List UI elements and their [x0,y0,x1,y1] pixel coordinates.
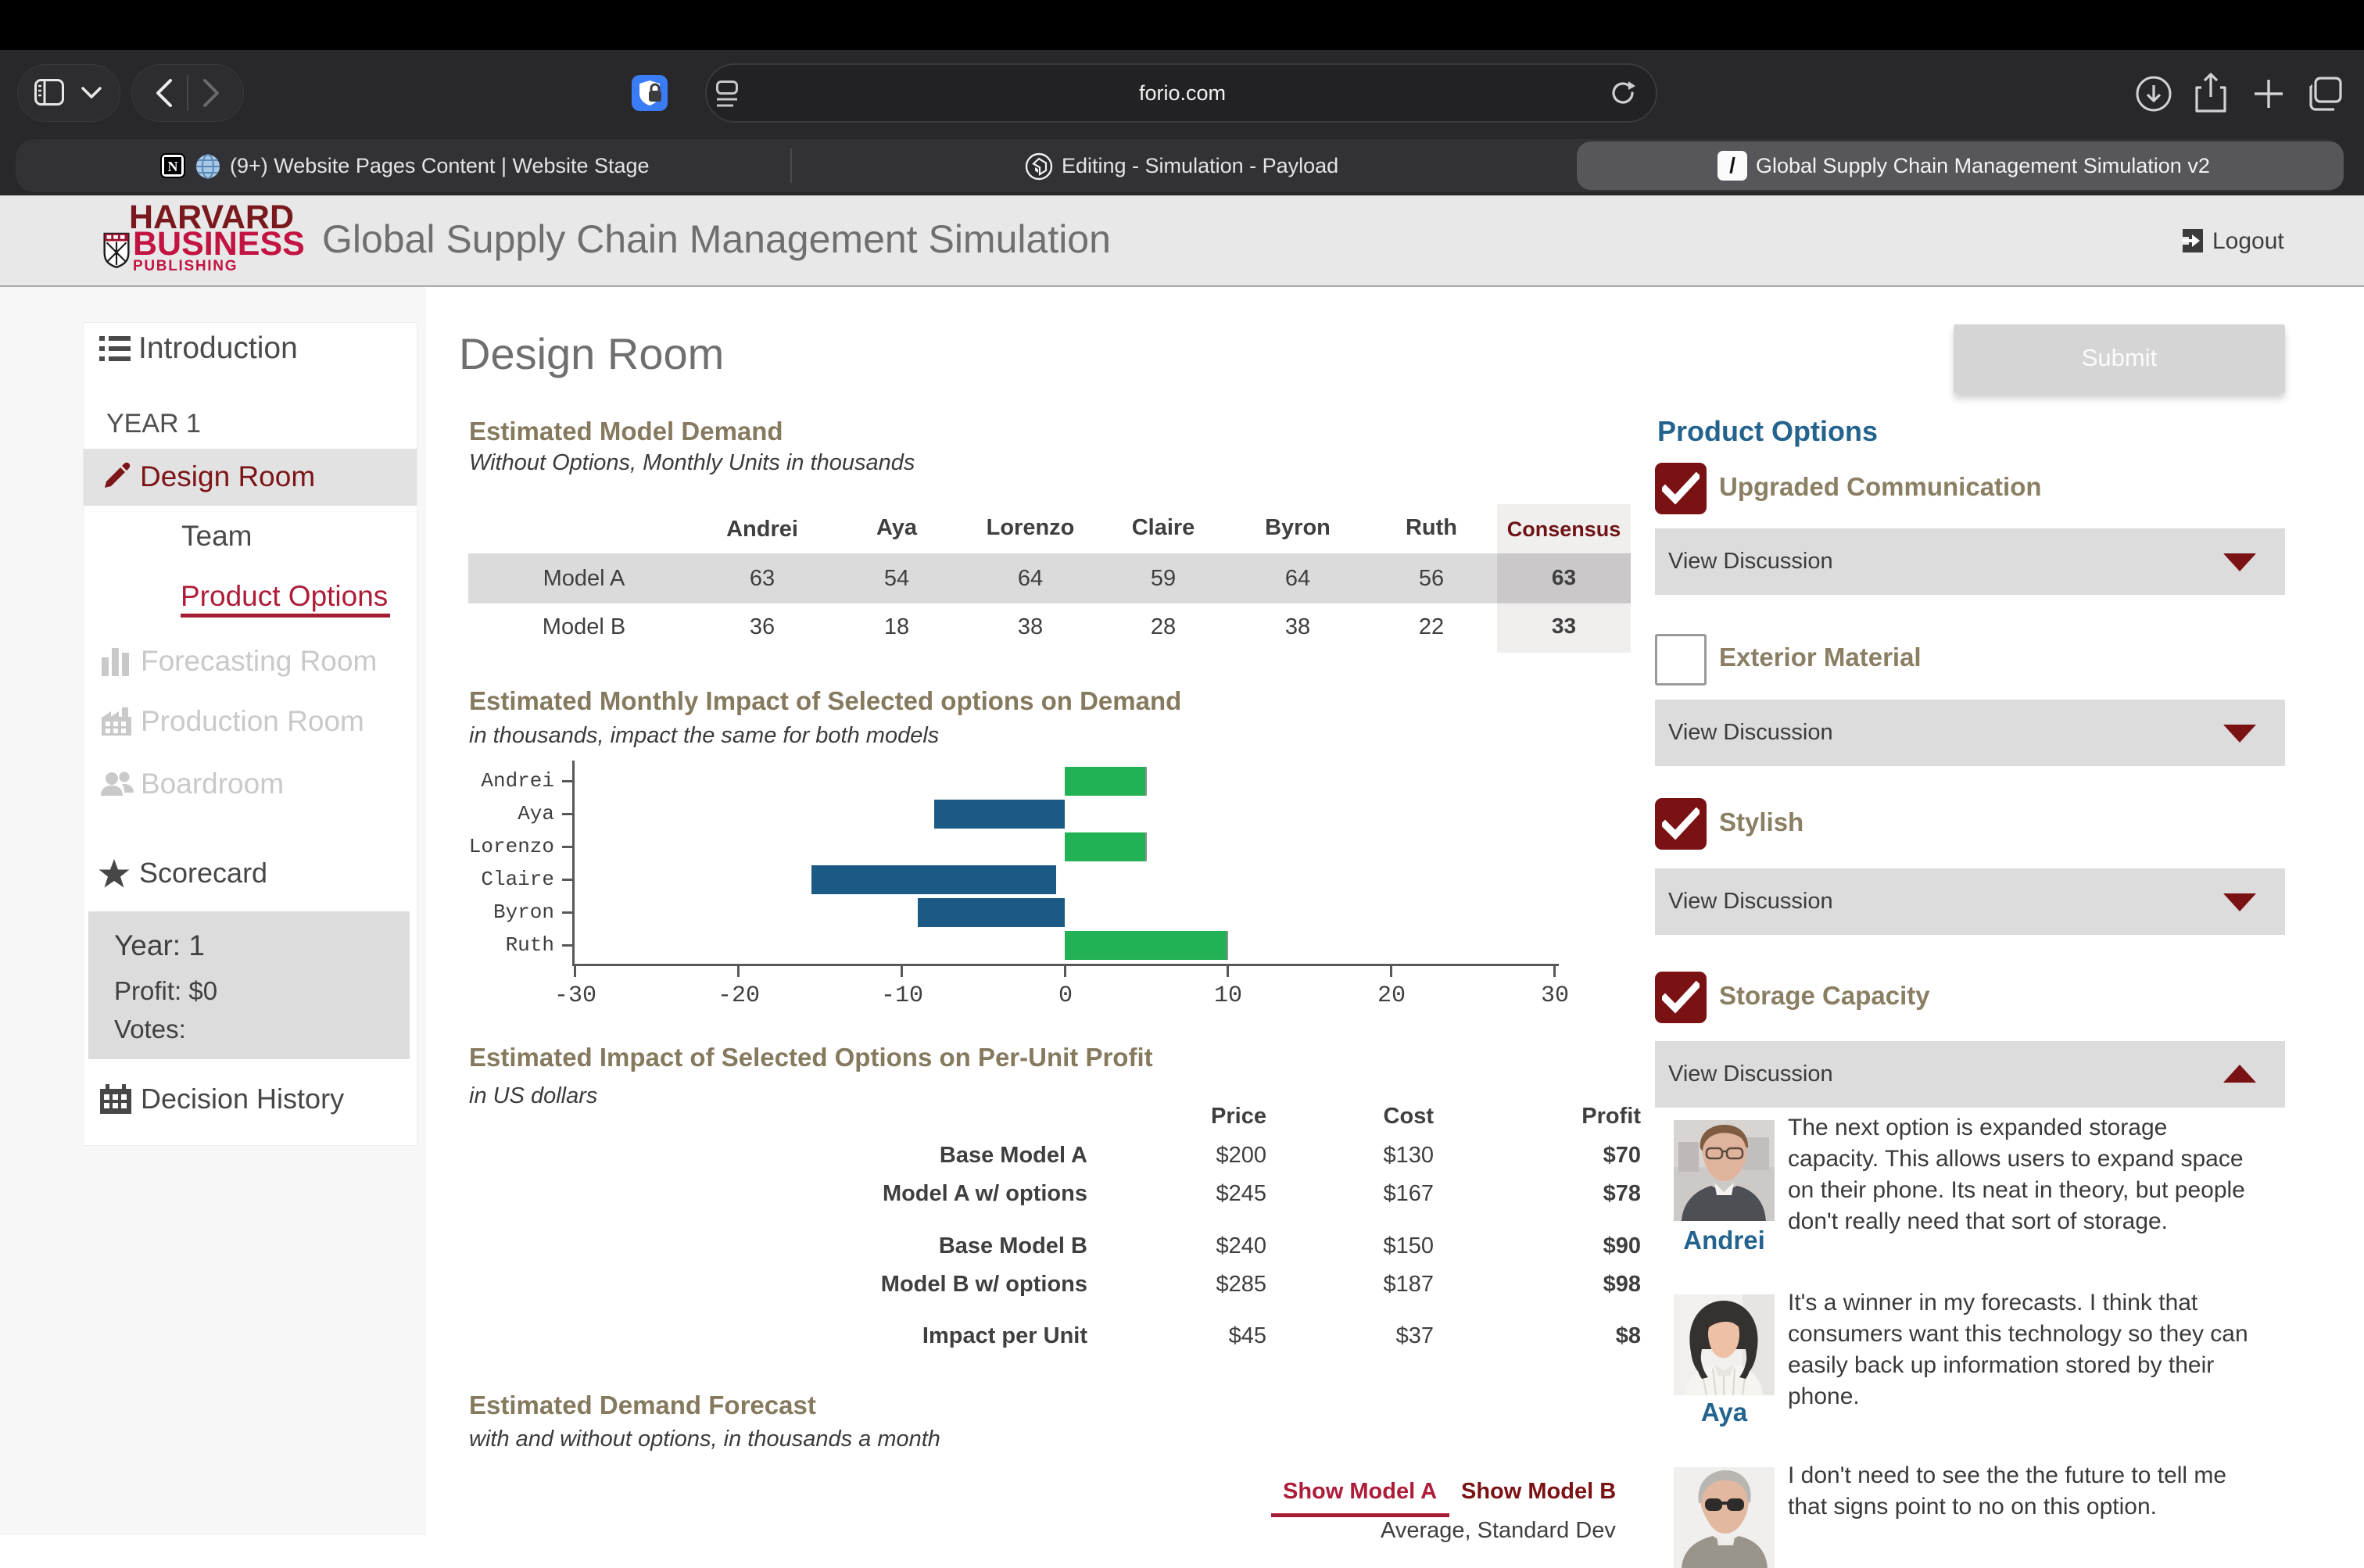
svg-text:N: N [168,159,178,174]
